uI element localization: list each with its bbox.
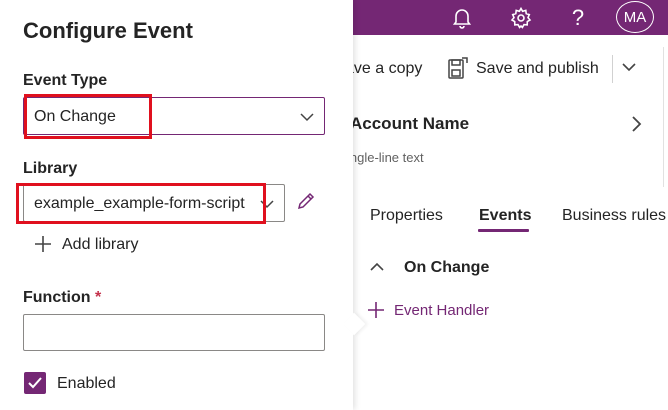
plus-icon[interactable]	[34, 235, 52, 253]
function-label: Function *	[23, 289, 101, 307]
event-type-dropdown[interactable]: On Change	[23, 97, 325, 135]
chevron-down-icon	[300, 110, 314, 124]
help-icon[interactable]: ?	[558, 0, 598, 35]
add-library-button[interactable]: Add library	[62, 236, 138, 254]
toolbar-divider	[612, 55, 613, 83]
gear-icon[interactable]	[501, 0, 541, 35]
library-label: Library	[23, 160, 78, 177]
save-a-copy-button[interactable]: ave a copy	[345, 60, 422, 78]
chevron-up-icon[interactable]	[369, 260, 385, 274]
library-dropdown[interactable]: example_example-form-script	[23, 184, 285, 222]
edit-library-icon[interactable]	[295, 190, 317, 212]
event-type-label: Event Type	[23, 72, 108, 89]
enabled-checkbox[interactable]	[24, 372, 46, 394]
chevron-down-icon	[260, 197, 274, 211]
chevron-down-icon[interactable]	[620, 58, 638, 76]
tab-selected-indicator	[478, 229, 529, 232]
panel-title: Configure Event	[23, 18, 193, 43]
tab-business-rules[interactable]: Business rules	[562, 207, 666, 225]
avatar[interactable]: MA	[616, 1, 654, 33]
chevron-right-icon[interactable]	[628, 114, 644, 134]
pane-divider	[663, 47, 664, 187]
library-value: example_example-form-script	[34, 195, 245, 212]
field-name: Account Name	[350, 114, 470, 133]
event-section-title[interactable]: On Change	[404, 259, 489, 277]
plus-icon[interactable]	[367, 301, 385, 319]
function-label-text: Function	[23, 289, 91, 306]
enabled-label: Enabled	[57, 375, 116, 392]
event-type-value: On Change	[34, 108, 116, 125]
bell-icon[interactable]	[442, 0, 482, 35]
save-and-publish-button[interactable]: Save and publish	[476, 60, 599, 78]
function-input[interactable]	[23, 314, 325, 351]
tab-events[interactable]: Events	[479, 207, 531, 225]
required-indicator: *	[95, 289, 102, 306]
publish-icon[interactable]	[446, 57, 468, 81]
field-type: ingle-line text	[347, 150, 424, 165]
add-event-handler-button[interactable]: Event Handler	[394, 302, 489, 319]
tab-properties[interactable]: Properties	[370, 207, 443, 225]
